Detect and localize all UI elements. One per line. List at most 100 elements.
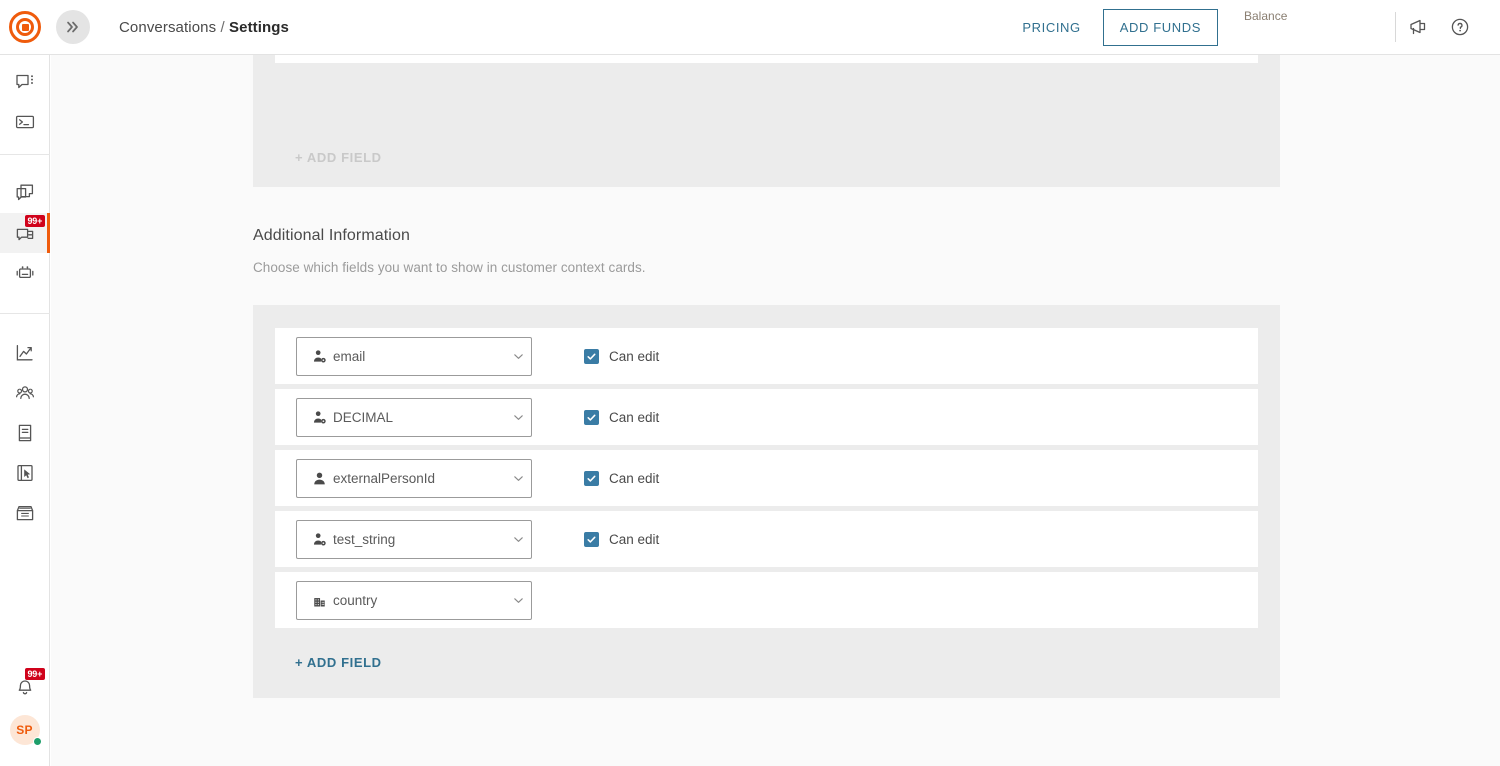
- add-field-button-bottom[interactable]: + ADD FIELD: [295, 655, 382, 670]
- field-select-test-string[interactable]: test_string: [296, 520, 532, 559]
- field-select-value: test_string: [333, 532, 505, 547]
- sidebar-item-store[interactable]: [0, 493, 50, 533]
- target-ring-logo-icon: [9, 11, 41, 43]
- sidebar-divider: [0, 313, 50, 314]
- sidebar-item-notifications[interactable]: 99+: [0, 668, 50, 708]
- can-edit-label: Can edit: [609, 471, 659, 486]
- breadcrumb-separator: /: [220, 19, 224, 36]
- double-chevron-right-icon: [64, 18, 82, 36]
- pricing-link[interactable]: PRICING: [1012, 14, 1090, 41]
- left-sidebar: 99+: [0, 55, 50, 766]
- breadcrumb-current: Settings: [229, 19, 289, 36]
- top-bar-actions: PRICING ADD FUNDS Balance: [1012, 0, 1500, 55]
- robot-icon: [14, 262, 36, 284]
- inbox-badge: 99+: [25, 215, 46, 227]
- check-icon: [586, 473, 597, 484]
- contact-fields-panel: VIBER_BOTS Can edit + ADD FIELD: [253, 55, 1280, 187]
- sidebar-item-bots[interactable]: [0, 253, 50, 293]
- can-edit-checkbox-email[interactable]: Can edit: [584, 349, 659, 364]
- sidebar-group-1: [0, 55, 50, 142]
- user-avatar-button[interactable]: SP: [0, 708, 50, 752]
- checkbox-box: [584, 471, 599, 486]
- sidebar-item-inbox[interactable]: 99+: [0, 213, 50, 253]
- can-edit-label: Can edit: [609, 349, 659, 364]
- field-select-value: DECIMAL: [333, 410, 505, 425]
- line-chart-icon: [14, 342, 36, 364]
- bell-icon: [14, 677, 36, 699]
- main-content: VIBER_BOTS Can edit + ADD FIELD Addition…: [51, 55, 1500, 766]
- can-edit-label: Can edit: [609, 410, 659, 425]
- terminal-icon: [14, 111, 36, 133]
- announcements-button[interactable]: [1398, 7, 1438, 47]
- sidebar-item-conversations[interactable]: [0, 62, 50, 102]
- sidebar-divider: [0, 154, 50, 155]
- clipboard-cursor-icon: [14, 462, 36, 484]
- chevron-down-icon: [505, 350, 531, 363]
- field-select-country[interactable]: country: [296, 581, 532, 620]
- table-row: externalPersonId Can edit: [275, 450, 1258, 506]
- checkbox-box: [584, 349, 599, 364]
- top-bar: Conversations / Settings PRICING ADD FUN…: [0, 0, 1500, 55]
- people-group-icon: [14, 382, 36, 404]
- table-row: DECIMAL Can edit: [275, 389, 1258, 445]
- sidebar-group-2: 99+: [0, 173, 50, 293]
- person-gear-icon: [305, 532, 333, 547]
- chevron-down-icon: [505, 594, 531, 607]
- sidebar-item-contacts[interactable]: [0, 373, 50, 413]
- breadcrumb: Conversations / Settings: [119, 19, 289, 36]
- checkbox-box: [584, 410, 599, 425]
- breadcrumb-root[interactable]: Conversations: [119, 19, 216, 36]
- sidebar-item-chat-copy[interactable]: [0, 173, 50, 213]
- field-select-value: externalPersonId: [333, 471, 505, 486]
- sidebar-group-3: [0, 333, 50, 533]
- sidebar-item-forms[interactable]: [0, 453, 50, 493]
- sidebar-item-docs[interactable]: [0, 413, 50, 453]
- table-row: country: [275, 572, 1258, 628]
- field-select-externalpersonid[interactable]: externalPersonId: [296, 459, 532, 498]
- check-icon: [586, 351, 597, 362]
- help-circle-icon: [1449, 16, 1471, 38]
- table-row: VIBER_BOTS Can edit: [275, 55, 1258, 63]
- field-select-value: country: [333, 593, 505, 608]
- table-row: test_string Can edit: [275, 511, 1258, 567]
- chevron-down-icon: [505, 411, 531, 424]
- person-gear-icon: [305, 349, 333, 364]
- help-button[interactable]: [1440, 7, 1480, 47]
- sidebar-item-console[interactable]: [0, 102, 50, 142]
- sidebar-item-analytics[interactable]: [0, 333, 50, 373]
- can-edit-checkbox-externalpersonid[interactable]: Can edit: [584, 471, 659, 486]
- storefront-icon: [14, 502, 36, 524]
- sidebar-expand-button[interactable]: [56, 10, 90, 44]
- notifications-badge: 99+: [25, 668, 46, 680]
- check-icon: [586, 412, 597, 423]
- checkbox-box: [584, 532, 599, 547]
- can-edit-checkbox-decimal[interactable]: Can edit: [584, 410, 659, 425]
- megaphone-icon: [1407, 16, 1429, 38]
- building-icon: [305, 593, 333, 608]
- sidebar-bottom: 99+ SP: [0, 668, 50, 766]
- additional-information-panel: email Can edit: [253, 305, 1280, 698]
- chevron-down-icon: [505, 472, 531, 485]
- chevron-down-icon: [505, 533, 531, 546]
- person-gear-icon: [305, 410, 333, 425]
- section-subtitle: Choose which fields you want to show in …: [253, 260, 646, 275]
- add-field-button-top: + ADD FIELD: [295, 150, 382, 165]
- app-logo[interactable]: [0, 0, 50, 55]
- chat-duplicate-icon: [14, 182, 36, 204]
- section-title-additional-information: Additional Information: [253, 227, 410, 245]
- balance-label: Balance: [1244, 9, 1340, 23]
- balance-display: Balance: [1244, 0, 1340, 55]
- field-select-value: email: [333, 349, 505, 364]
- toolbar-divider: [1395, 12, 1396, 42]
- table-row: email Can edit: [275, 328, 1258, 384]
- field-select-decimal[interactable]: DECIMAL: [296, 398, 532, 437]
- can-edit-label: Can edit: [609, 532, 659, 547]
- can-edit-checkbox-test-string[interactable]: Can edit: [584, 532, 659, 547]
- add-funds-button[interactable]: ADD FUNDS: [1103, 9, 1218, 46]
- check-icon: [586, 534, 597, 545]
- chat-bubble-menu-icon: [14, 71, 36, 93]
- field-select-email[interactable]: email: [296, 337, 532, 376]
- book-icon: [14, 422, 36, 444]
- online-status-dot: [33, 737, 42, 746]
- person-solid-icon: [305, 471, 333, 486]
